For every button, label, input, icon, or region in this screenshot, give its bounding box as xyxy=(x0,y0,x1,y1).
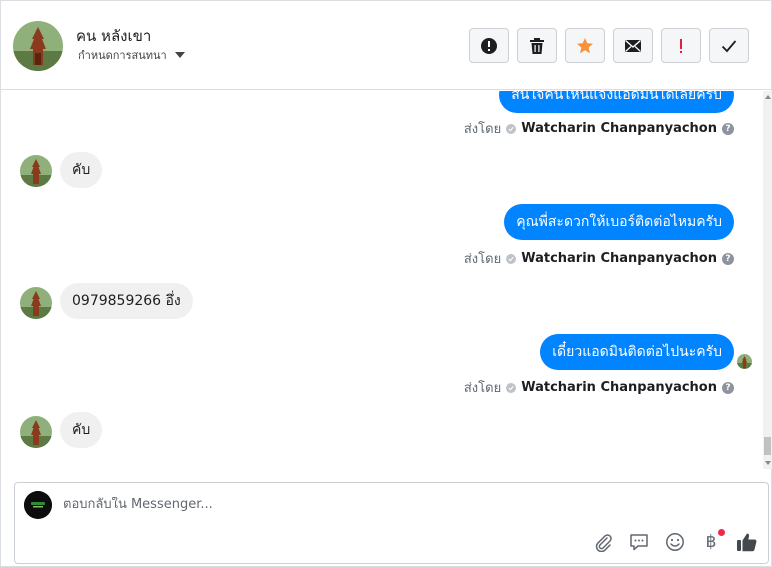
conversation-label-dropdown[interactable]: กำหนดการสนทนา xyxy=(78,46,185,64)
sent-by-label: ส่งโดย xyxy=(463,381,502,396)
message-thread[interactable]: สนใจคนไหนแจ้งแอดมินได้เลยครับ ส่งโดย Wat… xyxy=(1,91,763,469)
contact-avatar[interactable] xyxy=(13,21,63,71)
baht-icon: ฿ xyxy=(705,532,717,552)
smiley-icon xyxy=(666,533,684,551)
sent-by-line: ส่งโดย Watcharin Chanpanyachon ? xyxy=(464,377,734,398)
sent-check-icon xyxy=(506,123,517,134)
emoji-button[interactable] xyxy=(664,531,686,553)
sender-name[interactable]: Watcharin Chanpanyachon xyxy=(521,380,717,395)
help-icon[interactable]: ? xyxy=(722,381,734,394)
outgoing-message-bubble[interactable]: เดี๋ยวแอดมินติดต่อไปนะครับ xyxy=(540,334,734,370)
incoming-message-bubble[interactable]: 0979859266 อึ่ง xyxy=(60,283,193,319)
exclamation-icon xyxy=(680,38,682,53)
outgoing-message-bubble[interactable]: คุณพี่สะดวกให้เบอร์ติดต่อไหมครับ xyxy=(504,204,734,240)
mark-unread-button[interactable] xyxy=(613,28,653,63)
incoming-message-bubble[interactable]: คับ xyxy=(60,412,103,448)
important-button[interactable] xyxy=(661,28,701,63)
composer-tools: ฿ xyxy=(592,529,758,553)
contact-avatar-small[interactable] xyxy=(20,155,52,187)
contact-name[interactable]: คน หลังเขา xyxy=(76,24,151,48)
scrollbar-thumb[interactable] xyxy=(764,437,771,455)
sent-by-line: ส่งโดย Watcharin Chanpanyachon ? xyxy=(464,248,734,269)
payment-button[interactable]: ฿ xyxy=(700,529,725,553)
alert-circle-icon xyxy=(481,37,497,54)
help-icon[interactable]: ? xyxy=(722,122,734,135)
caret-down-icon xyxy=(174,52,185,58)
star-icon xyxy=(577,37,593,53)
help-icon[interactable]: ? xyxy=(722,252,734,265)
sent-by-label: ส่งโดย xyxy=(463,122,502,137)
scroll-up-arrow-icon[interactable] xyxy=(765,95,771,99)
attach-file-button[interactable] xyxy=(592,531,614,553)
contact-avatar-small[interactable] xyxy=(20,416,52,448)
reply-composer: ฿ xyxy=(14,482,769,564)
conversation-header: คน หลังเขา กำหนดการสนทนา xyxy=(1,1,771,90)
envelope-icon xyxy=(625,39,641,52)
messenger-conversation-panel: คน หลังเขา กำหนดการสนทนา สนใจคนไหนแจ้งแอ… xyxy=(0,0,772,567)
page-avatar xyxy=(24,491,52,519)
sent-by-label: ส่งโดย xyxy=(463,252,502,267)
outgoing-message-bubble[interactable]: สนใจคนไหนแจ้งแอดมินได้เลยครับ xyxy=(499,91,734,113)
thumbs-up-icon xyxy=(737,533,757,552)
paperclip-icon xyxy=(595,534,612,552)
reply-input[interactable] xyxy=(63,497,563,512)
contact-avatar-small[interactable] xyxy=(20,287,52,319)
delete-button[interactable] xyxy=(517,28,557,63)
sent-check-icon xyxy=(506,382,517,393)
notification-dot xyxy=(718,529,725,536)
sender-name[interactable]: Watcharin Chanpanyachon xyxy=(521,251,717,266)
spam-button[interactable] xyxy=(469,28,509,63)
incoming-message-bubble[interactable]: คับ xyxy=(60,152,103,188)
sent-by-line: ส่งโดย Watcharin Chanpanyachon ? xyxy=(464,118,734,139)
done-button[interactable] xyxy=(709,28,749,63)
conversation-toolbar xyxy=(469,28,749,63)
scroll-down-arrow-icon[interactable] xyxy=(765,461,771,465)
like-button[interactable] xyxy=(736,531,758,553)
conversation-label-text: กำหนดการสนทนา xyxy=(78,49,167,62)
trash-icon xyxy=(530,37,544,54)
chat-bubble-icon xyxy=(630,534,648,551)
sender-name[interactable]: Watcharin Chanpanyachon xyxy=(521,121,717,136)
check-icon xyxy=(721,39,737,52)
chat-scrollbar[interactable] xyxy=(763,91,772,469)
star-button[interactable] xyxy=(565,28,605,63)
saved-replies-button[interactable] xyxy=(628,531,650,553)
sent-check-icon xyxy=(506,253,517,264)
seen-indicator-avatar xyxy=(737,354,752,369)
